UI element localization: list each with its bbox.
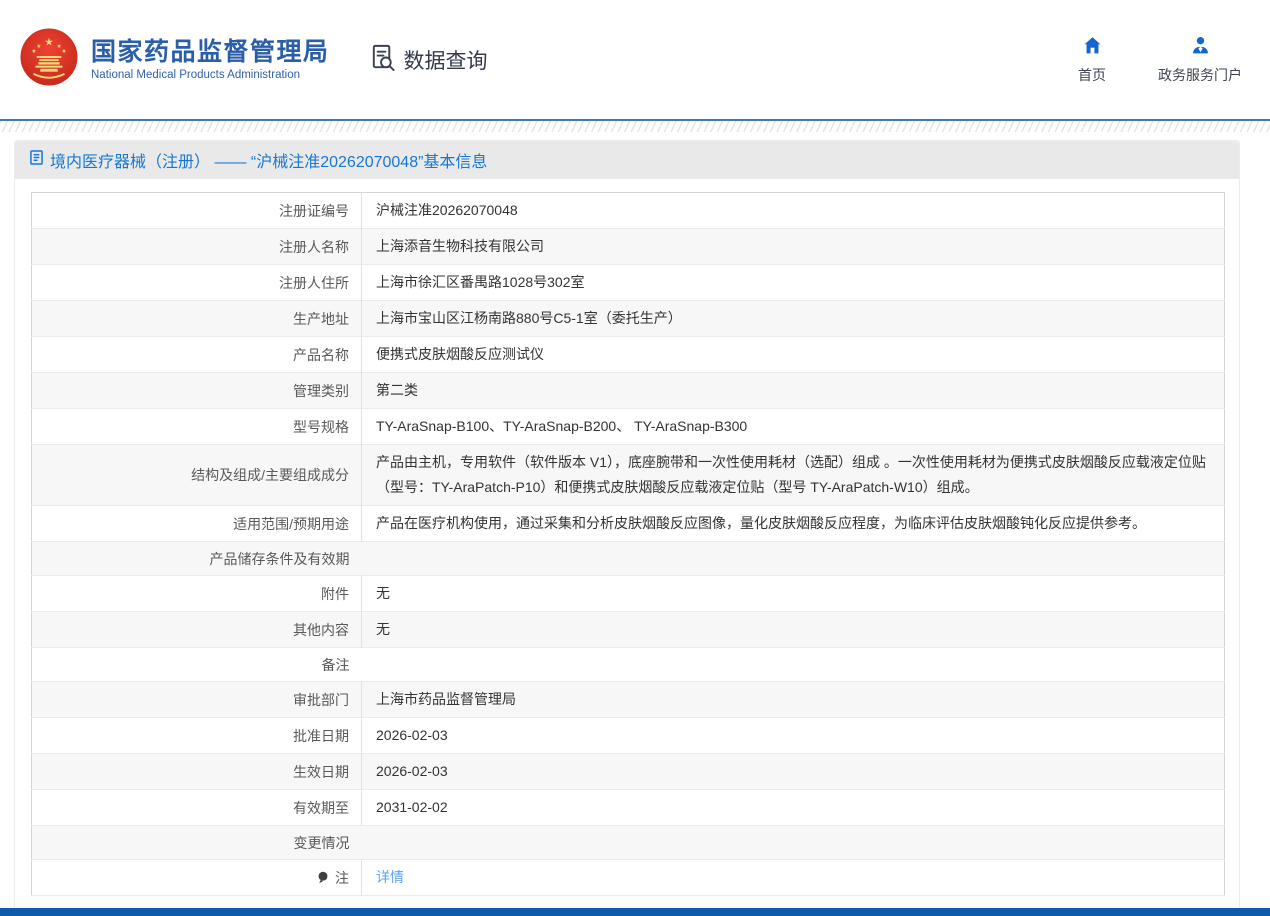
- row-value: 2026-02-03: [376, 727, 448, 743]
- row-label: 附件: [321, 586, 349, 602]
- table-row: 附件 无: [32, 576, 1225, 612]
- page-title: 境内医疗器械（注册） —— “沪械注准20262070048”基本信息: [50, 148, 487, 172]
- user-icon: [1190, 35, 1211, 61]
- table-row: 注册人住所 上海市徐汇区番禺路1028号302室: [32, 265, 1225, 301]
- table-row: 产品名称 便携式皮肤烟酸反应测试仪: [32, 337, 1225, 373]
- content-container: 境内医疗器械（注册） —— “沪械注准20262070048”基本信息 注册证编…: [14, 140, 1240, 911]
- row-label: 注册人名称: [279, 239, 349, 255]
- table-row: 型号规格 TY-AraSnap-B100、TY-AraSnap-B200、 TY…: [32, 409, 1225, 445]
- site-header: ★ ★ ★ ★ ★ 国家药品监督管理局 National Medical Pro…: [0, 0, 1270, 119]
- row-label: 生产地址: [293, 311, 349, 327]
- table-row: 注册证编号 沪械注准20262070048: [32, 193, 1225, 229]
- table-row: 管理类别 第二类: [32, 373, 1225, 409]
- table-row: 备注: [32, 648, 1225, 682]
- table-row: 生产地址 上海市宝山区江杨南路880号C5-1室（委托生产）: [32, 301, 1225, 337]
- row-value: 产品由主机，专用软件（软件版本 V1），底座腕带和一次性使用耗材（选配）组成 。…: [376, 454, 1206, 495]
- row-value: 上海市宝山区江杨南路880号C5-1室（委托生产）: [376, 310, 682, 326]
- row-label: 注册人住所: [279, 275, 349, 291]
- registration-detail-table: 注册证编号 沪械注准20262070048 注册人名称 上海添音生物科技有限公司…: [31, 192, 1225, 896]
- footer-bar: [0, 908, 1270, 916]
- row-value: TY-AraSnap-B100、TY-AraSnap-B200、 TY-AraS…: [376, 418, 747, 434]
- document-icon: [30, 150, 43, 170]
- row-value: 产品在医疗机构使用，通过采集和分析皮肤烟酸反应图像，量化皮肤烟酸反应程度，为临床…: [376, 515, 1146, 531]
- home-icon: [1082, 35, 1103, 61]
- row-label: 变更情况: [294, 835, 350, 851]
- svg-text:★: ★: [61, 48, 66, 55]
- table-row: 生效日期 2026-02-03: [32, 754, 1225, 790]
- table-row: 有效期至 2031-02-02: [32, 790, 1225, 826]
- page-title-bar: 境内医疗器械（注册） —— “沪械注准20262070048”基本信息: [15, 141, 1239, 179]
- row-label: 备注: [322, 657, 350, 673]
- module-label: 数据查询: [404, 45, 488, 75]
- table-row: 变更情况: [32, 826, 1225, 860]
- table-row: 适用范围/预期用途 产品在医疗机构使用，通过采集和分析皮肤烟酸反应图像，量化皮肤…: [32, 506, 1225, 542]
- logo-title: 国家药品监督管理局: [91, 38, 330, 67]
- svg-text:★: ★: [44, 36, 54, 48]
- row-value: 上海市药品监督管理局: [376, 691, 516, 707]
- row-label: 产品储存条件及有效期: [210, 551, 350, 567]
- nmpa-logo[interactable]: ★ ★ ★ ★ ★ 国家药品监督管理局 National Medical Pro…: [20, 28, 330, 91]
- row-value: 无: [376, 585, 390, 601]
- row-value: 第二类: [376, 382, 418, 398]
- row-label: 型号规格: [293, 419, 349, 435]
- data-query-module[interactable]: 数据查询: [368, 43, 488, 77]
- nmpa-emblem-icon: ★ ★ ★ ★ ★: [20, 28, 78, 91]
- row-value: 沪械注准20262070048: [376, 202, 518, 218]
- row-value: 2026-02-03: [376, 763, 448, 779]
- row-label: 产品名称: [293, 347, 349, 363]
- row-label: 适用范围/预期用途: [233, 516, 349, 532]
- row-label: 结构及组成/主要组成成分: [191, 467, 349, 483]
- logo-subtitle: National Medical Products Administration: [91, 69, 330, 81]
- nav-portal[interactable]: 政务服务门户: [1158, 35, 1242, 85]
- svg-text:★: ★: [31, 48, 36, 55]
- row-label: 有效期至: [293, 800, 349, 816]
- row-value: 便携式皮肤烟酸反应测试仪: [376, 346, 544, 362]
- nav-home[interactable]: 首页: [1078, 35, 1106, 85]
- row-label: 审批部门: [293, 692, 349, 708]
- row-label: 其他内容: [293, 622, 349, 638]
- table-row: 产品储存条件及有效期: [32, 542, 1225, 576]
- table-row: 注 详情: [32, 860, 1225, 896]
- row-value: 上海添音生物科技有限公司: [376, 238, 544, 254]
- row-value: 上海市徐汇区番禺路1028号302室: [376, 274, 585, 290]
- pin-icon: [317, 871, 329, 887]
- svg-text:★: ★: [36, 43, 41, 50]
- nav-portal-label: 政务服务门户: [1158, 65, 1242, 85]
- row-label: 批准日期: [293, 728, 349, 744]
- row-label: 生效日期: [293, 764, 349, 780]
- table-row: 注册人名称 上海添音生物科技有限公司: [32, 229, 1225, 265]
- row-label: 注册证编号: [279, 203, 349, 219]
- row-value: 2031-02-02: [376, 799, 448, 815]
- doc-search-icon: [368, 43, 397, 77]
- nav-home-label: 首页: [1078, 65, 1106, 85]
- table-row: 其他内容 无: [32, 612, 1225, 648]
- row-label: 注: [335, 870, 349, 886]
- header-divider: [0, 119, 1270, 132]
- row-value-link[interactable]: 详情: [376, 869, 404, 885]
- table-row: 审批部门 上海市药品监督管理局: [32, 682, 1225, 718]
- header-nav: 首页 政务服务门户: [1078, 35, 1242, 85]
- table-row: 结构及组成/主要组成成分 产品由主机，专用软件（软件版本 V1），底座腕带和一次…: [32, 445, 1225, 506]
- table-row: 批准日期 2026-02-03: [32, 718, 1225, 754]
- row-label: 管理类别: [293, 383, 349, 399]
- row-value: 无: [376, 621, 390, 637]
